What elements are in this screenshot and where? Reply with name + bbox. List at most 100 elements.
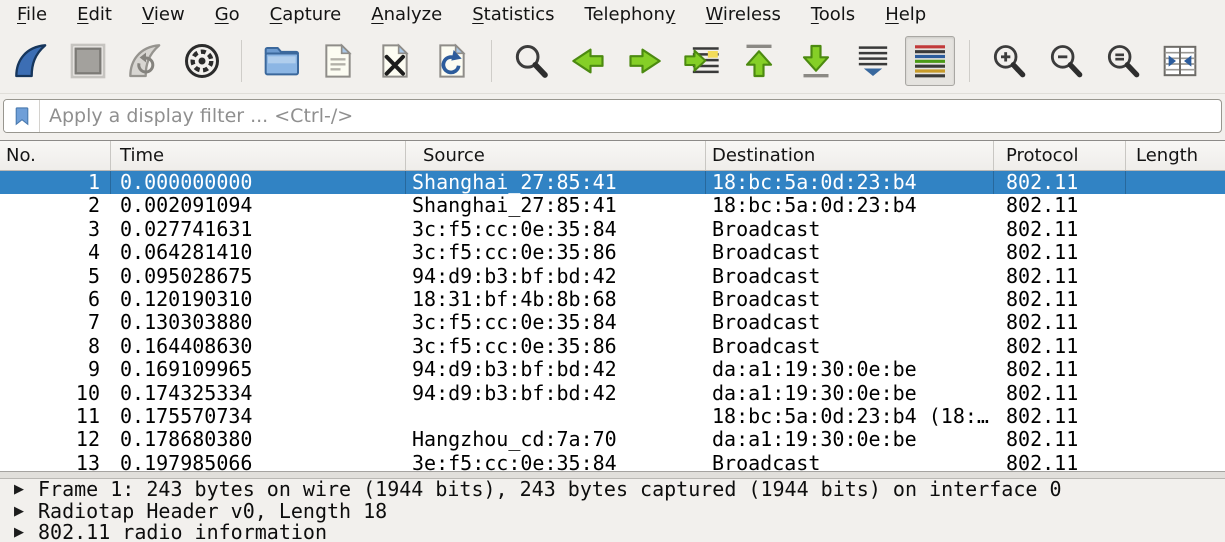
expander-triangle-icon: ▶ (14, 522, 30, 542)
close-capture-file-button[interactable] (370, 36, 420, 86)
cell-destination: Broadcast (706, 218, 994, 241)
cell-protocol: 802.11 (994, 428, 1126, 451)
packet-row-2[interactable]: 20.002091094Shanghai_27:85:4118:bc:5a:0d… (0, 194, 1225, 217)
menu-tools[interactable]: Tools (796, 1, 870, 28)
column-header-length[interactable]: Length (1126, 141, 1225, 170)
cell-time: 0.064281410 (111, 241, 406, 264)
packet-list-header: No.TimeSourceDestinationProtocolLength (0, 140, 1225, 171)
pane-splitter[interactable] (0, 471, 1225, 479)
cell-no: 8 (0, 335, 111, 358)
cell-source (406, 405, 706, 428)
reload-capture-file-button[interactable] (427, 36, 477, 86)
menu-capture[interactable]: Capture (255, 1, 357, 28)
packet-row-1[interactable]: 10.000000000Shanghai_27:85:4118:bc:5a:0d… (0, 171, 1225, 194)
column-header-destination[interactable]: Destination (706, 141, 994, 170)
magnifier-icon (511, 41, 551, 81)
detail-line-text: Radiotap Header v0, Length 18 (38, 501, 387, 523)
find-packet-button[interactable] (506, 36, 556, 86)
column-header-time[interactable]: Time (111, 141, 406, 170)
stop-capture-button[interactable] (63, 36, 113, 86)
menu-statistics[interactable]: Statistics (457, 1, 569, 28)
cell-protocol: 802.11 (994, 311, 1126, 334)
auto-scroll-button[interactable] (848, 36, 898, 86)
capture-options-button[interactable] (177, 36, 227, 86)
cell-length (1126, 382, 1225, 405)
packet-row-4[interactable]: 40.0642814103c:f5:cc:0e:35:86Broadcast80… (0, 241, 1225, 264)
cell-source: Hangzhou_cd:7a:70 (406, 428, 706, 451)
detail-line-2[interactable]: ▶ Radiotap Header v0, Length 18 (0, 501, 1225, 523)
menu-wireless[interactable]: Wireless (691, 1, 796, 28)
filter-bar (0, 94, 1225, 140)
zoom-out-button[interactable] (1041, 36, 1091, 86)
zoom-normal-icon (1103, 41, 1143, 81)
cell-time: 0.002091094 (111, 194, 406, 217)
go-back-button[interactable] (563, 36, 613, 86)
packet-row-12[interactable]: 120.178680380Hangzhou_cd:7a:70da:a1:19:3… (0, 428, 1225, 451)
zoom-in-button[interactable] (984, 36, 1034, 86)
column-header-source[interactable]: Source (406, 141, 706, 170)
menu-telephony[interactable]: Telephony (570, 1, 691, 28)
save-capture-file-button[interactable] (313, 36, 363, 86)
reload-file-icon (432, 41, 472, 81)
cell-source: 94:d9:b3:bf:bd:42 (406, 265, 706, 288)
packet-row-11[interactable]: 110.17557073418:bc:5a:0d:23:b4 (18:…802.… (0, 405, 1225, 428)
cell-destination: Broadcast (706, 241, 994, 264)
cell-time: 0.120190310 (111, 288, 406, 311)
arrow-right-icon (625, 41, 665, 81)
menu-edit[interactable]: Edit (62, 1, 127, 28)
cell-no: 10 (0, 382, 111, 405)
display-filter-box (3, 99, 1222, 133)
menu-help[interactable]: Help (870, 1, 941, 28)
packet-row-9[interactable]: 90.16910996594:d9:b3:bf:bd:42da:a1:19:30… (0, 358, 1225, 381)
cell-protocol: 802.11 (994, 218, 1126, 241)
packet-row-6[interactable]: 60.12019031018:31:bf:4b:8b:68Broadcast80… (0, 288, 1225, 311)
zoom-normal-button[interactable] (1098, 36, 1148, 86)
cell-time: 0.175570734 (111, 405, 406, 428)
display-filter-input[interactable] (40, 100, 1221, 132)
packet-row-13[interactable]: 130.1979850663e:f5:cc:0e:35:84Broadcast8… (0, 452, 1225, 471)
menu-go[interactable]: Go (200, 1, 255, 28)
filter-bookmark-button[interactable] (4, 100, 40, 132)
resize-columns-button[interactable] (1155, 36, 1205, 86)
cell-time: 0.095028675 (111, 265, 406, 288)
cell-length (1126, 311, 1225, 334)
go-last-packet-button[interactable] (791, 36, 841, 86)
go-forward-button[interactable] (620, 36, 670, 86)
packet-row-8[interactable]: 80.1644086303c:f5:cc:0e:35:86Broadcast80… (0, 335, 1225, 358)
cell-length (1126, 358, 1225, 381)
menu-bar: FileEditViewGoCaptureAnalyzeStatisticsTe… (0, 0, 1225, 28)
cell-destination: 18:bc:5a:0d:23:b4 (18:… (706, 405, 994, 428)
detail-line-3[interactable]: ▶802.11 radio information (0, 522, 1225, 542)
cell-source: 94:d9:b3:bf:bd:42 (406, 358, 706, 381)
expander-triangle-icon: ▶ (14, 479, 30, 501)
restart-capture-button[interactable] (120, 36, 170, 86)
column-header-no[interactable]: No. (0, 141, 111, 170)
packet-row-10[interactable]: 100.17432533494:d9:b3:bf:bd:42da:a1:19:3… (0, 382, 1225, 405)
cell-destination: da:a1:19:30:0e:be (706, 382, 994, 405)
cell-protocol: 802.11 (994, 382, 1126, 405)
cell-destination: 18:bc:5a:0d:23:b4 (706, 194, 994, 217)
menu-file[interactable]: File (2, 1, 62, 28)
open-capture-file-button[interactable] (256, 36, 306, 86)
go-first-packet-button[interactable] (734, 36, 784, 86)
cell-time: 0.130303880 (111, 311, 406, 334)
detail-line-1[interactable]: ▶Frame 1: 243 bytes on wire (1944 bits),… (0, 479, 1225, 501)
cell-destination: da:a1:19:30:0e:be (706, 428, 994, 451)
menu-view[interactable]: View (127, 1, 200, 28)
packet-row-3[interactable]: 30.0277416313c:f5:cc:0e:35:84Broadcast80… (0, 218, 1225, 241)
stop-square-icon (68, 41, 108, 81)
column-header-protocol[interactable]: Protocol (994, 141, 1126, 170)
cell-protocol: 802.11 (994, 335, 1126, 358)
expander-triangle-icon: ▶ (14, 501, 30, 523)
colorize-packets-button[interactable] (905, 36, 955, 86)
arrow-up-icon (739, 41, 779, 81)
start-capture-button[interactable] (6, 36, 56, 86)
packet-row-5[interactable]: 50.09502867594:d9:b3:bf:bd:42Broadcast80… (0, 265, 1225, 288)
cell-destination: Broadcast (706, 311, 994, 334)
cell-length (1126, 194, 1225, 217)
go-to-packet-button[interactable] (677, 36, 727, 86)
cell-source: Shanghai_27:85:41 (406, 194, 706, 217)
menu-analyze[interactable]: Analyze (356, 1, 457, 28)
cell-protocol: 802.11 (994, 358, 1126, 381)
packet-row-7[interactable]: 70.1303038803c:f5:cc:0e:35:84Broadcast80… (0, 311, 1225, 334)
